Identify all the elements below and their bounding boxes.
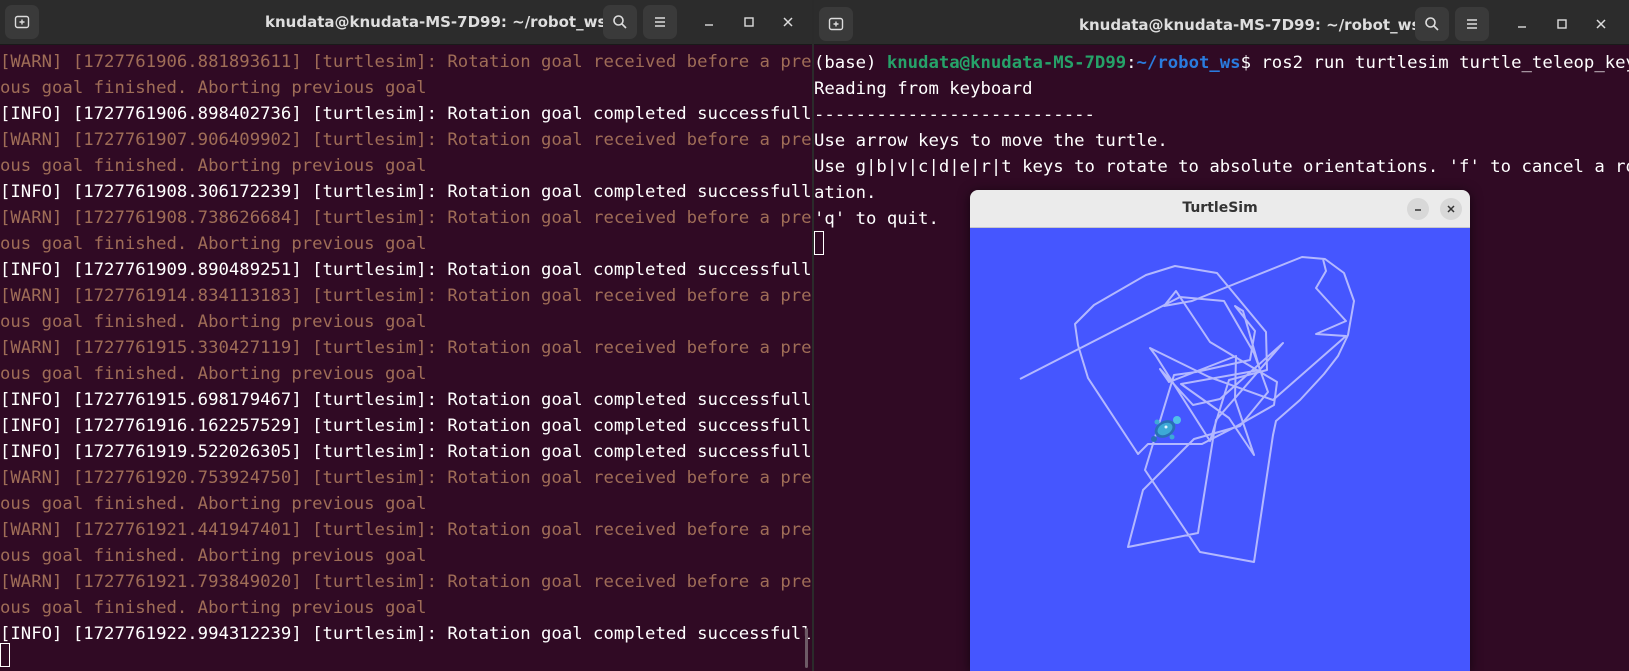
log-line-info: [INFO] [1727761908.306172239] [turtlesim… xyxy=(0,182,812,202)
log-line-info: [INFO] [1727761915.698179467] [turtlesim… xyxy=(0,390,812,410)
log-line-info: [INFO] [1727761922.994312239] [turtlesim… xyxy=(0,624,812,644)
log-line-warn: ous goal finished. Aborting previous goa… xyxy=(0,234,427,254)
output-line: --------------------------- xyxy=(814,105,1095,125)
output-line: Use g|b|v|c|d|e|r|t keys to rotate to ab… xyxy=(814,157,1629,177)
terminal-output-left[interactable]: [WARN] [1727761906.881893611] [turtlesim… xyxy=(0,45,812,671)
turtlesim-title: TurtleSim xyxy=(1182,200,1258,216)
log-line-warn: ous goal finished. Aborting previous goa… xyxy=(0,494,427,514)
turtlesim-canvas xyxy=(970,228,1470,671)
log-line-info: [INFO] [1727761909.890489251] [turtlesim… xyxy=(0,260,812,280)
log-line-warn: ous goal finished. Aborting previous goa… xyxy=(0,546,427,566)
log-line-warn: ous goal finished. Aborting previous goa… xyxy=(0,78,427,98)
turtlesim-titlebar[interactable]: TurtleSim xyxy=(970,190,1470,228)
hamburger-menu-icon[interactable] xyxy=(643,5,677,39)
turtle-path xyxy=(1019,256,1355,563)
hamburger-menu-icon[interactable] xyxy=(1455,7,1489,41)
close-icon[interactable] xyxy=(776,10,800,34)
scrollbar-left[interactable] xyxy=(805,628,808,668)
log-line-warn: [WARN] [1727761907.906409902] [turtlesim… xyxy=(0,130,812,150)
titlebar-right[interactable]: knudata@knudata-MS-7D99: ~/robot_ws xyxy=(814,0,1629,45)
turtle-trail xyxy=(1019,256,1355,563)
titlebar-left[interactable]: knudata@knudata-MS-7D99: ~/robot_ws xyxy=(0,0,812,45)
turtlesim-window[interactable]: TurtleSim xyxy=(970,190,1470,671)
log-line-warn: [WARN] [1727761914.834113183] [turtlesim… xyxy=(0,286,812,306)
minimize-icon[interactable] xyxy=(1407,198,1429,220)
log-line-warn: ous goal finished. Aborting previous goa… xyxy=(0,156,427,176)
log-line-warn: [WARN] [1727761920.753924750] [turtlesim… xyxy=(0,468,812,488)
log-line-warn: [WARN] [1727761915.330427119] [turtlesim… xyxy=(0,338,812,358)
terminal-window-left[interactable]: knudata@knudata-MS-7D99: ~/robot_ws [WAR… xyxy=(0,0,812,671)
prompt-command: ros2 run turtlesim turtle_teleop_key xyxy=(1261,53,1629,73)
search-icon[interactable] xyxy=(1415,7,1449,41)
window-title-left: knudata@knudata-MS-7D99: ~/robot_ws xyxy=(265,13,607,31)
prompt-symbol: $ xyxy=(1240,53,1262,73)
log-lines: [WARN] [1727761906.881893611] [turtlesim… xyxy=(0,49,812,647)
prompt-user-host: knudata@knudata-MS-7D99 xyxy=(886,53,1127,73)
prompt-env: (base) xyxy=(814,53,887,73)
window-title-right: knudata@knudata-MS-7D99: ~/robot_ws xyxy=(1079,16,1421,34)
turtle-icon xyxy=(1146,409,1184,451)
output-line: Use arrow keys to move the turtle. xyxy=(814,131,1168,151)
log-line-warn: ous goal finished. Aborting previous goa… xyxy=(0,364,427,384)
log-line-warn: [WARN] [1727761921.793849020] [turtlesim… xyxy=(0,572,812,592)
log-line-info: [INFO] [1727761906.898402736] [turtlesim… xyxy=(0,104,812,124)
prompt-path: ~/robot_ws xyxy=(1136,53,1241,73)
close-icon[interactable] xyxy=(1440,198,1462,220)
maximize-icon[interactable] xyxy=(737,10,761,34)
terminal-cursor xyxy=(0,643,10,667)
close-icon[interactable] xyxy=(1589,12,1613,36)
log-line-info: [INFO] [1727761916.162257529] [turtlesim… xyxy=(0,416,812,436)
maximize-icon[interactable] xyxy=(1550,12,1574,36)
minimize-icon[interactable] xyxy=(1510,12,1534,36)
minimize-icon[interactable] xyxy=(697,10,721,34)
log-line-warn: ous goal finished. Aborting previous goa… xyxy=(0,598,427,618)
log-line-warn: [WARN] [1727761908.738626684] [turtlesim… xyxy=(0,208,812,228)
terminal-cursor xyxy=(814,231,824,255)
prompt-line: (base) knudata@knudata-MS-7D99:~/robot_w… xyxy=(814,50,1629,76)
new-tab-icon[interactable] xyxy=(5,5,39,39)
log-line-warn: [WARN] [1727761921.441947401] [turtlesim… xyxy=(0,520,812,540)
search-icon[interactable] xyxy=(603,5,637,39)
log-line-info: [INFO] [1727761919.522026305] [turtlesim… xyxy=(0,442,812,462)
output-line: Reading from keyboard xyxy=(814,79,1033,99)
prompt-separator: : xyxy=(1126,53,1137,73)
new-tab-icon[interactable] xyxy=(819,7,853,41)
log-line-warn: ous goal finished. Aborting previous goa… xyxy=(0,312,427,332)
log-line-warn: [WARN] [1727761906.881893611] [turtlesim… xyxy=(0,52,812,72)
